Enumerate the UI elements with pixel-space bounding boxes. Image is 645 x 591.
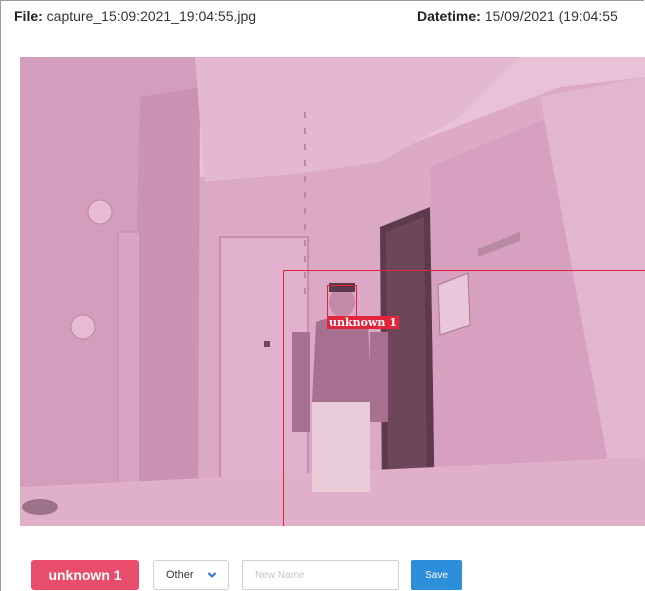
datetime-label: Datetime:: [417, 8, 481, 24]
category-select[interactable]: Other: [153, 560, 229, 590]
labeling-controls: unknown 1 Other Save: [0, 560, 645, 590]
detection-label: unknown 1: [327, 316, 399, 329]
file-info: File: capture_15:09:2021_19:04:55.jpg: [14, 8, 256, 24]
capture-meta: File: capture_15:09:2021_19:04:55.jpg Da…: [14, 8, 645, 28]
camera-capture-image: unknown 1: [20, 57, 645, 526]
datetime-value: 15/09/2021 (19:04:55: [484, 8, 618, 24]
save-button[interactable]: Save: [411, 560, 462, 590]
category-select-value: Other: [166, 569, 194, 581]
file-label: File:: [14, 8, 43, 24]
datetime-info: Datetime: 15/09/2021 (19:04:55: [417, 8, 618, 24]
new-name-input[interactable]: [242, 560, 399, 590]
file-name: capture_15:09:2021_19:04:55.jpg: [46, 8, 257, 24]
chevron-down-icon: [207, 572, 217, 578]
identity-badge[interactable]: unknown 1: [31, 560, 139, 590]
